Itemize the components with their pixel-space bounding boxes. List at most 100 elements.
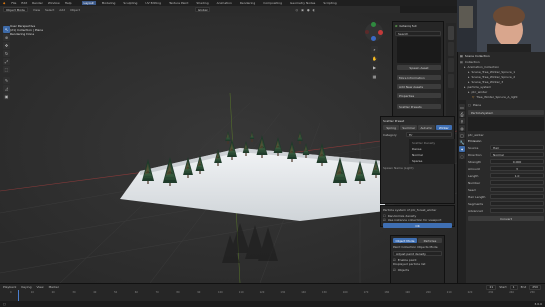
tab-item[interactable] <box>448 42 454 56</box>
gizmo-neg-x-icon[interactable] <box>365 30 369 34</box>
property-field-value[interactable] <box>490 180 544 185</box>
render-props-icon[interactable]: ▭ <box>459 104 465 110</box>
output-props-icon[interactable]: ⎙ <box>459 111 465 117</box>
shading-material-icon[interactable]: ◐ <box>313 8 316 12</box>
type-select[interactable]: Hair <box>490 145 544 150</box>
menu-file[interactable]: File <box>11 1 16 5</box>
navigation-gizmo[interactable] <box>363 21 385 43</box>
camera-icon[interactable]: ▶ <box>371 64 378 71</box>
transform-icon[interactable]: ⬚ <box>3 66 10 73</box>
property-field-value[interactable] <box>490 187 544 192</box>
world-props-icon[interactable]: ◍ <box>459 125 465 131</box>
physics-props-icon[interactable]: ◌ <box>459 153 465 159</box>
workspace-tab-shading[interactable]: Shading <box>194 1 210 5</box>
add-assets-button[interactable]: Add New Assets <box>397 84 441 89</box>
object-props-icon[interactable]: ▢ <box>459 132 465 138</box>
menu-edit[interactable]: Edit <box>21 1 27 5</box>
objects-checkbox[interactable]: ☑ <box>393 268 396 272</box>
timeline-menu-view[interactable]: View <box>36 285 43 289</box>
workspace-tab-geometry-nodes[interactable]: Geometry Nodes <box>288 1 317 5</box>
particle-props-icon[interactable]: ✶ <box>459 146 465 152</box>
scene-props-icon[interactable]: ⚲ <box>459 118 465 124</box>
season-tab-autumn[interactable]: Autumn <box>418 125 435 130</box>
gizmo-x-icon[interactable] <box>378 30 383 35</box>
season-tab-spring[interactable]: Spring <box>383 125 400 130</box>
paint-density-select[interactable]: Adjust paint density <box>393 251 442 256</box>
workspace-tab-uv-editing[interactable]: UV Editing <box>143 1 163 5</box>
more-info-button[interactable]: More Information <box>397 75 441 80</box>
asset-preview[interactable] <box>397 37 441 63</box>
property-field-value[interactable] <box>490 194 544 199</box>
density-option[interactable]: Normal <box>410 152 454 157</box>
spawn-asset-button[interactable]: Spawn Asset <box>397 65 441 70</box>
current-frame[interactable]: 21 <box>486 284 497 290</box>
category-select[interactable]: Fir <box>406 132 452 137</box>
workspace-tab-layout[interactable]: Layout <box>81 1 96 5</box>
modifier-props-icon[interactable]: 🔧 <box>459 139 465 145</box>
amount-field[interactable]: 3 <box>490 166 544 171</box>
overlay-icon[interactable]: ◎ <box>295 8 298 12</box>
convert-button[interactable]: Convert <box>468 216 544 221</box>
properties-button[interactable]: Properties <box>397 93 441 98</box>
move-icon[interactable]: ✥ <box>3 42 10 49</box>
viewport-menu-view[interactable]: View <box>33 8 40 12</box>
direction-select[interactable]: Normal <box>490 152 544 157</box>
workspace-tab-compositing[interactable]: Compositing <box>261 1 284 5</box>
viewport-menu-add[interactable]: Add <box>59 8 65 12</box>
gizmo-z-icon[interactable] <box>371 36 376 41</box>
gizmo-y-icon[interactable] <box>371 22 376 27</box>
checkbox-instance[interactable]: ☑ <box>383 218 386 222</box>
timeline-menu-marker[interactable]: Marker <box>49 285 59 289</box>
workspace-tab-rendering[interactable]: Rendering <box>238 1 257 5</box>
pan-hand-icon[interactable]: ✋ <box>371 55 378 62</box>
menu-help[interactable]: Help <box>65 1 72 5</box>
tab-botaniq[interactable] <box>448 26 454 40</box>
particle-list-box[interactable] <box>468 117 544 131</box>
density-option[interactable]: Sparse <box>410 158 454 163</box>
workspace-tab-scripting[interactable]: Scripting <box>321 1 338 5</box>
density-option[interactable]: Dense <box>410 146 454 151</box>
workspace-tab-modeling[interactable]: Modeling <box>100 1 118 5</box>
particle-system-list[interactable]: ParticleSystem <box>468 110 544 115</box>
property-field-value[interactable] <box>490 208 544 213</box>
ok-button[interactable]: OK <box>383 223 452 228</box>
season-tab-summer[interactable]: Summer <box>400 125 418 130</box>
viewport-3d[interactable]: User Perspective (21) Collection | Plane… <box>0 13 457 283</box>
shading-solid-icon[interactable]: ● <box>307 8 310 12</box>
mode-select[interactable]: Object Mode <box>3 7 28 12</box>
workspace-tab-animation[interactable]: Animation <box>215 1 234 5</box>
length-field[interactable]: 1.0 <box>490 173 544 178</box>
scale-icon[interactable]: ⤢ <box>3 58 10 65</box>
tab-tool[interactable] <box>448 58 454 72</box>
start-frame[interactable]: 1 <box>509 284 518 290</box>
measure-icon[interactable]: ◿ <box>3 85 10 92</box>
tab-view[interactable] <box>448 74 454 88</box>
ortho-grid-icon[interactable]: ▦ <box>371 73 378 80</box>
end-frame[interactable]: 250 <box>529 284 541 290</box>
playhead[interactable] <box>18 290 19 301</box>
zoom-icon[interactable]: ⌕ <box>371 46 378 53</box>
paint-tab[interactable]: Particles <box>418 238 442 243</box>
property-field-value[interactable] <box>490 201 544 206</box>
strength-field[interactable]: 0.000 <box>490 159 544 164</box>
xray-icon[interactable]: ▣ <box>301 8 304 12</box>
add-cube-icon[interactable]: ▣ <box>3 93 10 100</box>
annotate-icon[interactable]: ✎ <box>3 77 10 84</box>
workspace-tab-sculpting[interactable]: Sculpting <box>121 1 139 5</box>
menu-window[interactable]: Window <box>48 1 60 5</box>
timeline-menu-keying[interactable]: Keying <box>21 285 31 289</box>
menu-render[interactable]: Render <box>32 1 43 5</box>
viewport-menu-object[interactable]: Object <box>70 8 80 12</box>
viewport-menu-select[interactable]: Select <box>45 8 54 12</box>
orientation-select[interactable]: Global <box>194 7 211 12</box>
scatter-presets-button[interactable]: Scatter Presets <box>397 104 441 109</box>
blender-logo-icon[interactable]: ◆ <box>3 1 5 5</box>
workspace-tab-texture-paint[interactable]: Texture Paint <box>167 1 190 5</box>
season-tab-winter[interactable]: Winter <box>435 125 452 130</box>
paint-tab[interactable]: Object Mode <box>393 238 417 243</box>
cursor-icon[interactable]: ⊕ <box>3 34 10 41</box>
timeline-ruler[interactable]: 0 10 20 30 40 50 60 70 80 90 100 110 120 130 140 150 160… <box>10 291 535 299</box>
rotate-icon[interactable]: ↻ <box>3 50 10 57</box>
search-input[interactable]: Search <box>395 31 441 36</box>
select-box-icon[interactable]: ↖ <box>3 26 10 33</box>
